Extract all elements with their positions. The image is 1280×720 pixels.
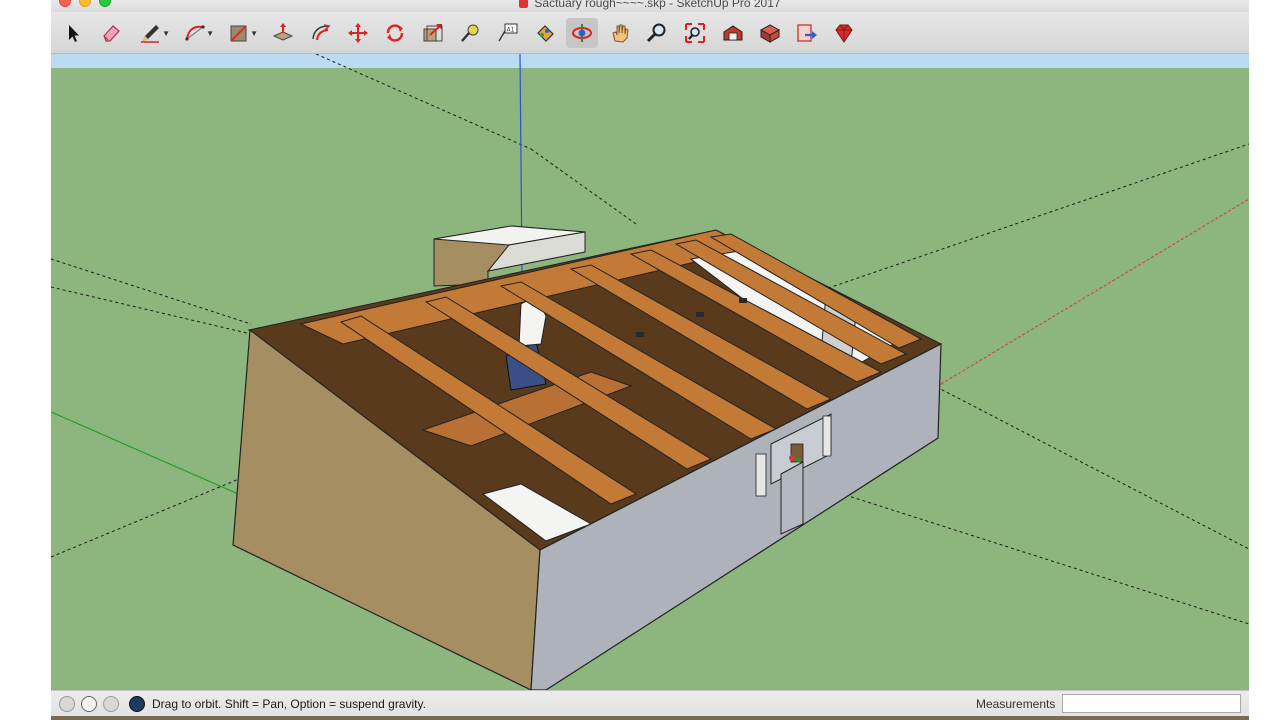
window-title-text: Sactuary rough~~~~.skp - SketchUp Pro 20… [534,0,781,10]
warehouse-icon [723,25,743,41]
offset-icon [312,24,331,41]
sketchup-file-icon [519,0,529,9]
zoom-extents-tool[interactable] [679,18,711,48]
status-message: Drag to orbit. Shift = Pan, Option = sus… [152,697,426,711]
push-pull-tool[interactable] [267,18,299,48]
shape-tool[interactable]: ▼ [223,18,258,48]
window-bottom-edge [51,716,1249,720]
rectangle-icon [230,25,247,42]
geo-location-icon[interactable] [59,696,75,712]
push-pull-icon [272,23,294,41]
zoom-extents-icon [685,23,705,43]
sky-band [51,54,1249,68]
orbit-tool[interactable] [566,18,598,48]
move-arrows-icon [348,23,368,43]
3d-warehouse-tool[interactable] [717,18,749,48]
extension-warehouse-tool[interactable] [754,18,786,48]
status-bar: Drag to orbit. Shift = Pan, Option = sus… [51,690,1249,716]
main-toolbar: ▼ ▼ ▼ A1 [51,12,1249,54]
svg-text:A1: A1 [507,27,515,34]
pan-tool[interactable] [604,18,636,48]
arc-tool[interactable]: ▼ [179,18,214,48]
window-title: Sactuary rough~~~~.skp - SketchUp Pro 20… [51,0,1249,10]
credits-icon[interactable] [81,696,97,712]
chevron-down-icon[interactable]: ▼ [206,29,214,38]
pencil-icon [141,25,159,43]
orbit-icon [572,24,592,42]
extension-manager-tool[interactable] [828,18,860,48]
user-account-icon[interactable] [103,696,119,712]
instructor-icon[interactable] [129,696,145,712]
measurements-label: Measurements [976,697,1056,711]
scale-icon [423,24,443,42]
model-drawing[interactable] [51,54,1249,690]
arc-icon [185,25,205,41]
eraser-icon [103,25,120,42]
chevron-down-icon[interactable]: ▼ [250,29,258,38]
paint-bucket-icon [537,25,554,42]
ruby-gem-icon [835,24,853,43]
rotate-tool[interactable] [379,18,411,48]
arrow-pointer-icon [69,25,79,42]
pencil-tool[interactable]: ▼ [135,18,170,48]
text-tool[interactable]: A1 [492,18,524,48]
chevron-down-icon[interactable]: ▼ [162,29,170,38]
send-to-layout-tool[interactable] [791,18,823,48]
hand-icon [612,24,629,43]
magnifier-icon [646,23,666,43]
move-tool[interactable] [342,18,374,48]
rotate-icon [386,24,404,42]
measurements-input[interactable] [1062,694,1241,713]
sketchup-desktop: Sactuary rough~~~~.skp - SketchUp Pro 20… [0,0,1280,720]
offset-tool[interactable] [305,18,337,48]
tape-measure-tool[interactable] [454,18,486,48]
layout-icon [797,24,817,42]
select-tool[interactable] [57,18,89,48]
scale-tool[interactable] [417,18,449,48]
zoom-tool[interactable] [641,18,673,48]
text-label-icon: A1 [498,23,518,42]
tape-measure-icon [461,24,479,42]
paint-bucket-tool[interactable] [529,18,561,48]
title-bar: Sactuary rough~~~~.skp - SketchUp Pro 20… [51,0,1249,12]
eraser-tool[interactable] [95,18,127,48]
extension-box-icon [759,24,781,43]
sketchup-window: Sactuary rough~~~~.skp - SketchUp Pro 20… [51,0,1249,720]
model-viewport[interactable] [51,54,1249,690]
